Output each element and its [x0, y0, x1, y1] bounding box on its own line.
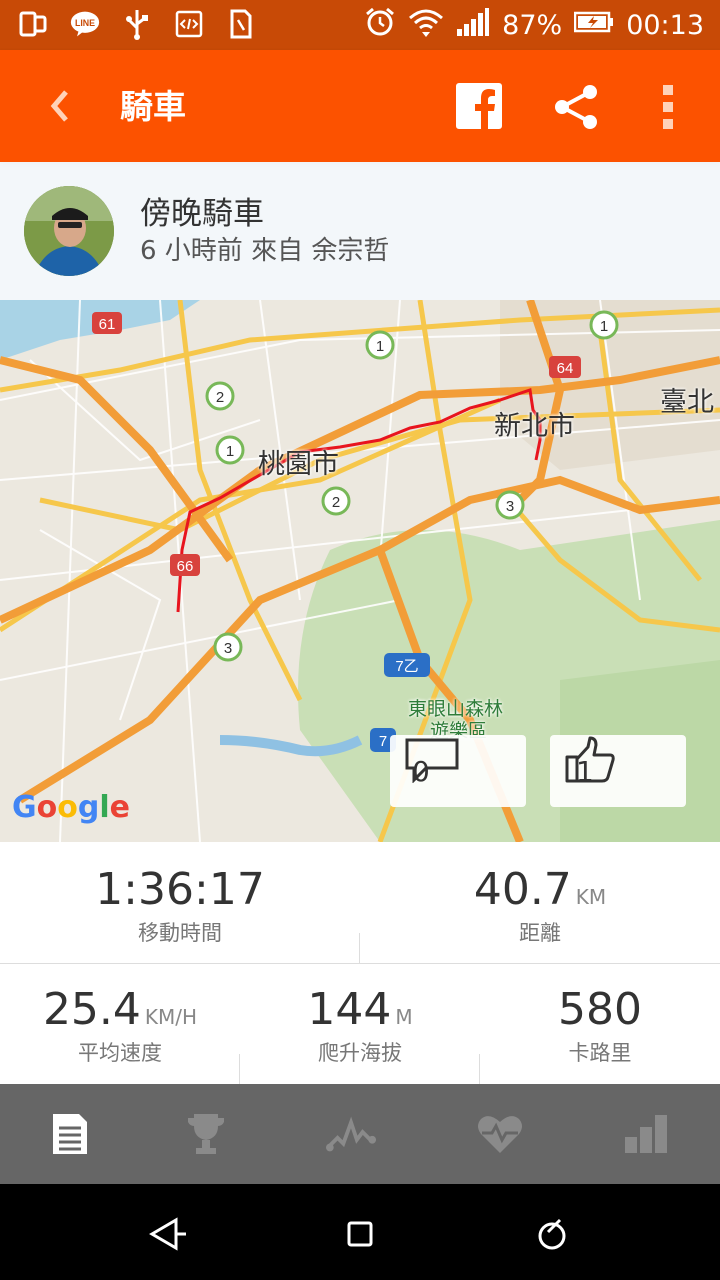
heart-rate-icon	[478, 1116, 522, 1153]
activity-title: 傍晚騎車	[140, 196, 264, 232]
tab-analysis[interactable]	[326, 1108, 378, 1160]
tab-heart-rate[interactable]	[474, 1108, 526, 1160]
share-button[interactable]	[552, 83, 600, 131]
battery-percent: 87%	[502, 10, 563, 41]
calories-value: 580	[558, 984, 642, 1035]
nav-home-button[interactable]	[338, 1212, 382, 1256]
status-bar: LINE 87% 00:13	[0, 0, 720, 50]
route-7-number: 7	[379, 733, 387, 750]
route-64-number: 64	[557, 360, 574, 377]
moving-time-label: 移動時間	[138, 921, 222, 945]
map-label-taipei: 臺北	[660, 387, 714, 418]
highway-1a-number: 1	[376, 338, 384, 355]
code-icon	[174, 8, 204, 40]
route-7b-number: 7乙	[395, 658, 418, 675]
line-label: LINE	[75, 18, 95, 28]
more-options-button[interactable]	[656, 80, 680, 134]
comment-icon	[405, 738, 459, 783]
chevron-left-icon	[50, 90, 68, 122]
comments-button[interactable]: 0	[390, 735, 526, 807]
distance-value: 40.7	[473, 864, 572, 915]
nav-back-button[interactable]	[146, 1212, 190, 1256]
system-nav-bar	[0, 1184, 720, 1280]
stats-divider-v2	[239, 1054, 240, 1084]
analysis-icon	[326, 1116, 377, 1152]
trophy-icon	[188, 1114, 224, 1154]
avg-speed-label: 平均速度	[78, 1041, 162, 1065]
signal-icon	[456, 7, 490, 44]
stats-divider-v3	[479, 1054, 480, 1084]
moving-time-value: 1:36:17	[95, 864, 265, 915]
highway-3b-number: 3	[224, 640, 232, 657]
activity-header: 傍晚騎車 6 小時前 來自 余宗哲	[0, 162, 720, 300]
stat-moving-time: 1:36:17 移動時間	[60, 864, 300, 947]
avg-speed-value: 25.4	[42, 984, 141, 1035]
app-bar: 騎車	[0, 50, 720, 162]
highway-3a-number: 3	[506, 498, 514, 515]
highway-2b-number: 2	[332, 494, 340, 511]
clock-time: 00:13	[626, 10, 704, 41]
share-icon	[555, 85, 597, 129]
elevation-unit: M	[395, 1005, 413, 1029]
stat-distance: 40.7 KM 距離	[420, 864, 660, 947]
distance-label: 距離	[519, 921, 561, 945]
nav-recents-button[interactable]	[530, 1212, 574, 1256]
page-title: 騎車	[120, 87, 186, 126]
square-icon	[347, 1221, 373, 1247]
distance-unit: KM	[575, 885, 607, 909]
stats-divider-v1	[359, 933, 360, 963]
avg-speed-unit: KM/H	[144, 1005, 198, 1029]
phone-sync-icon	[18, 8, 48, 40]
back-button[interactable]	[40, 82, 80, 130]
thumbs-up-icon	[565, 736, 615, 783]
tab-achievements[interactable]	[180, 1108, 232, 1160]
tab-overview[interactable]	[44, 1108, 96, 1160]
usb-icon	[122, 8, 152, 40]
battery-charging-icon	[573, 10, 614, 41]
route-66-number: 66	[177, 558, 194, 575]
activity-subtitle: 6 小時前 來自 余宗哲	[140, 236, 390, 266]
segments-icon	[625, 1115, 667, 1153]
route-61-number: 61	[99, 316, 116, 333]
google-attribution: Google	[12, 790, 131, 825]
line-icon: LINE	[70, 8, 100, 40]
tab-segments[interactable]	[620, 1108, 672, 1160]
stat-calories: 580 卡路里	[480, 984, 720, 1067]
stats-divider	[0, 963, 720, 964]
more-vertical-icon	[663, 85, 673, 129]
avatar[interactable]	[24, 186, 114, 276]
sim-icon	[226, 8, 256, 40]
wifi-icon	[408, 6, 444, 45]
overview-icon	[53, 1114, 87, 1154]
back-triangle-icon	[149, 1217, 186, 1251]
highway-1b-number: 1	[226, 443, 234, 460]
tab-bar	[0, 1084, 720, 1184]
kudos-button[interactable]: 1	[550, 735, 686, 807]
calories-label: 卡路里	[568, 1041, 632, 1065]
stat-avg-speed: 25.4 KM/H 平均速度	[0, 984, 240, 1067]
map-label-new-taipei: 新北市	[494, 411, 575, 442]
stat-elevation: 144 M 爬升海拔	[240, 984, 480, 1067]
facebook-icon	[456, 83, 502, 129]
highway-1c-number: 1	[600, 318, 608, 335]
route-map[interactable]: 1 2 1 2 3 1 3 61 64 66 7乙 7 桃園市 新北市 臺北 東…	[0, 300, 720, 842]
elevation-label: 爬升海拔	[318, 1041, 402, 1065]
recents-icon	[538, 1218, 566, 1250]
alarm-icon	[364, 6, 396, 45]
elevation-value: 144	[307, 984, 392, 1035]
map-label-taoyuan: 桃園市	[258, 449, 339, 480]
facebook-share-button[interactable]	[456, 83, 502, 129]
highway-2a-number: 2	[216, 389, 224, 406]
